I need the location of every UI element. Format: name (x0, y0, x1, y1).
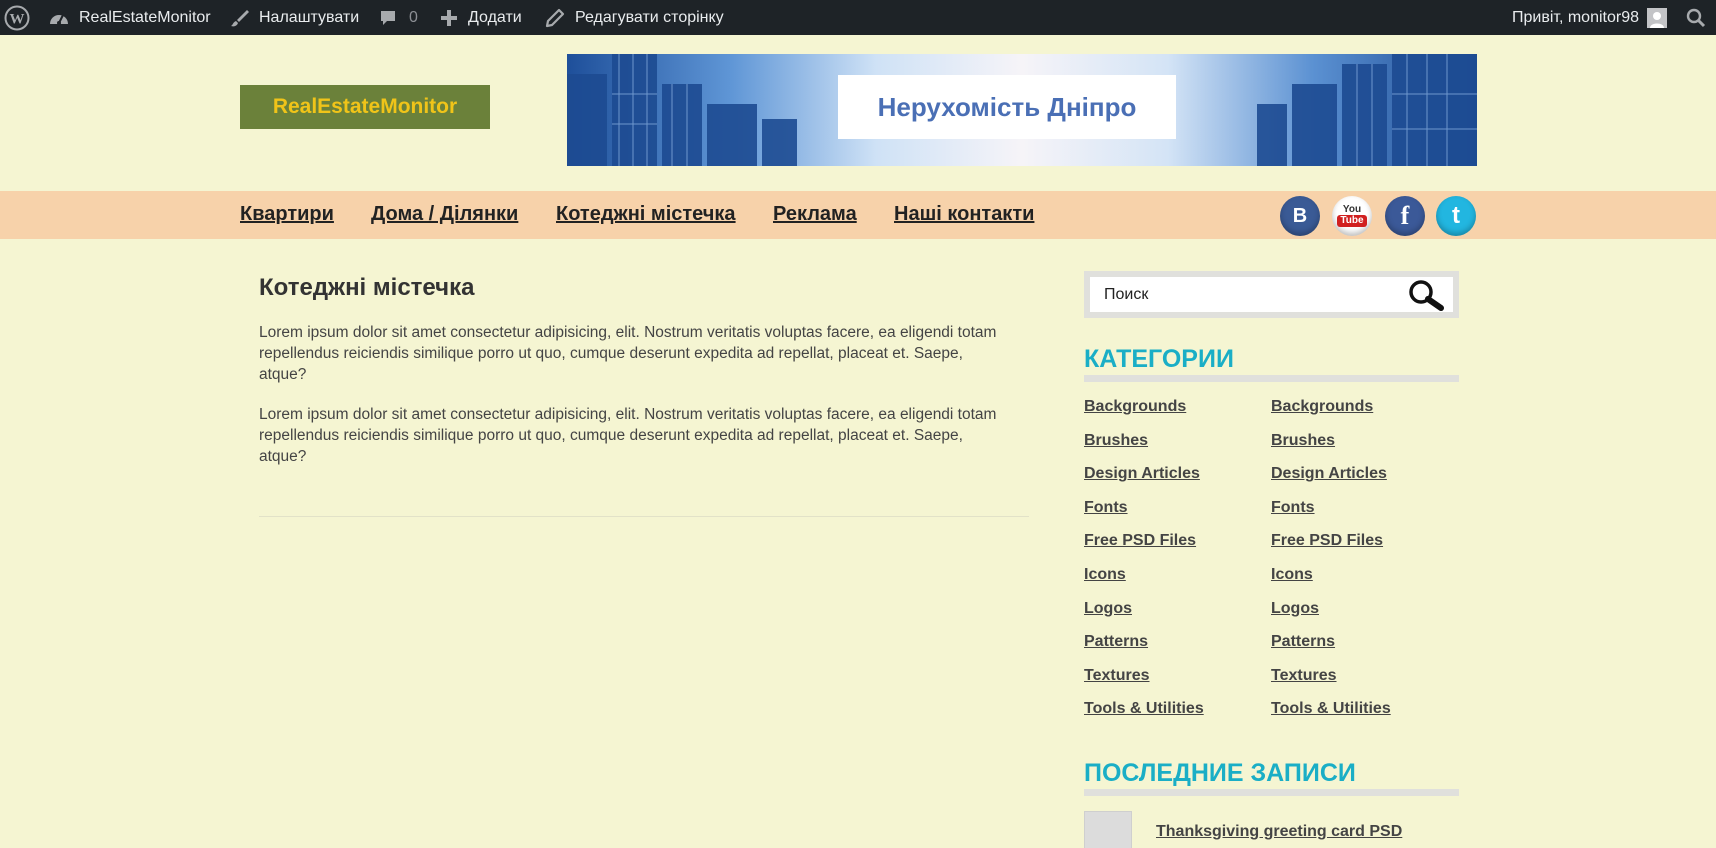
search-input[interactable] (1090, 277, 1453, 312)
comments-menu[interactable]: 0 (378, 0, 418, 35)
category-link[interactable]: Textures (1271, 667, 1337, 685)
category-link[interactable]: Design Articles (1271, 465, 1387, 483)
nav-item-advertising[interactable]: Реклама (773, 203, 857, 226)
category-link[interactable]: Icons (1084, 566, 1126, 584)
category-link[interactable]: Backgrounds (1271, 398, 1373, 416)
plus-icon (440, 9, 458, 27)
site-logo[interactable]: RealEstateMonitor (240, 85, 490, 129)
site-logo-text: RealEstateMonitor (272, 95, 458, 118)
main-nav: Квартири Дома / Ділянки Котеджні містечк… (0, 191, 1716, 239)
category-link[interactable]: Tools & Utilities (1271, 700, 1391, 718)
category-link[interactable]: Fonts (1271, 499, 1315, 517)
banner-title-card: Нерухомість Дніпро (838, 75, 1176, 139)
category-link[interactable]: Brushes (1084, 432, 1148, 450)
pencil-icon (545, 8, 565, 28)
category-link[interactable]: Patterns (1084, 633, 1148, 651)
post-thumbnail[interactable] (1084, 811, 1132, 848)
header-banner: Нерухомість Дніпро (567, 54, 1477, 166)
greeting-label: Привіт, monitor98 (1512, 8, 1639, 26)
banner-title: Нерухомість Дніпро (877, 91, 1137, 122)
add-new-menu[interactable]: Додати (440, 0, 522, 35)
add-new-label: Додати (468, 8, 522, 26)
content-paragraph: Lorem ipsum dolor sit amet consectetur a… (259, 406, 997, 465)
vk-icon[interactable]: B (1280, 196, 1320, 236)
site-name-label: RealEstateMonitor (79, 8, 211, 26)
site-name-menu[interactable]: RealEstateMonitor (48, 0, 211, 35)
svg-text:W: W (10, 11, 25, 27)
search-button[interactable] (1404, 277, 1448, 312)
category-link[interactable]: Logos (1271, 600, 1319, 618)
category-link[interactable]: Backgrounds (1084, 398, 1186, 416)
category-link[interactable]: Logos (1084, 600, 1132, 618)
customize-menu[interactable]: Налаштувати (230, 0, 359, 35)
recent-post-link[interactable]: Thanksgiving greeting card PSD (1156, 823, 1402, 841)
edit-page-menu[interactable]: Редагувати сторінку (545, 0, 724, 35)
nav-item-apartments[interactable]: Квартири (240, 203, 334, 226)
widget-title-underline (1084, 375, 1459, 382)
content-divider (259, 516, 1029, 517)
brush-icon (230, 8, 250, 28)
categories-widget-title: Категории (1084, 345, 1234, 373)
customize-label: Налаштувати (259, 8, 360, 26)
magnifier-icon (1409, 279, 1444, 311)
widget-title-underline (1084, 789, 1459, 796)
admin-bar: W RealEstateMonitor Налаштувати 0 Додати… (0, 0, 1716, 35)
category-link[interactable]: Brushes (1271, 432, 1335, 450)
nav-item-cottage-towns[interactable]: Котеджні містечка (556, 203, 736, 226)
edit-page-label: Редагувати сторінку (575, 8, 724, 26)
nav-item-contacts[interactable]: Наші контакти (894, 203, 1034, 226)
recent-posts-widget-title: Последние записи (1084, 759, 1356, 787)
category-link[interactable]: Free PSD Files (1271, 532, 1383, 550)
avatar (1646, 7, 1667, 28)
category-link[interactable]: Fonts (1084, 499, 1128, 517)
category-link[interactable]: Patterns (1271, 633, 1335, 651)
user-account-menu[interactable]: Привіт, monitor98 (1512, 0, 1667, 35)
category-link[interactable]: Design Articles (1084, 465, 1200, 483)
dashboard-icon (48, 8, 70, 28)
category-link[interactable]: Icons (1271, 566, 1313, 584)
youtube-icon[interactable]: You Tube (1332, 196, 1372, 236)
admin-search-icon[interactable] (1686, 0, 1706, 35)
twitter-icon[interactable]: t (1436, 196, 1476, 236)
category-link[interactable]: Textures (1084, 667, 1150, 685)
comment-bubble-icon (378, 8, 398, 28)
wordpress-logo-icon[interactable]: W (4, 0, 30, 35)
search-widget (1084, 271, 1459, 318)
nav-item-houses-plots[interactable]: Дома / Ділянки (371, 203, 518, 226)
facebook-icon[interactable]: f (1385, 196, 1425, 236)
content-paragraph: Lorem ipsum dolor sit amet consectetur a… (259, 324, 997, 383)
comments-count: 0 (409, 8, 418, 26)
page-title: Котеджні містечка (259, 274, 475, 301)
category-link[interactable]: Free PSD Files (1084, 532, 1196, 550)
category-link[interactable]: Tools & Utilities (1084, 700, 1204, 718)
